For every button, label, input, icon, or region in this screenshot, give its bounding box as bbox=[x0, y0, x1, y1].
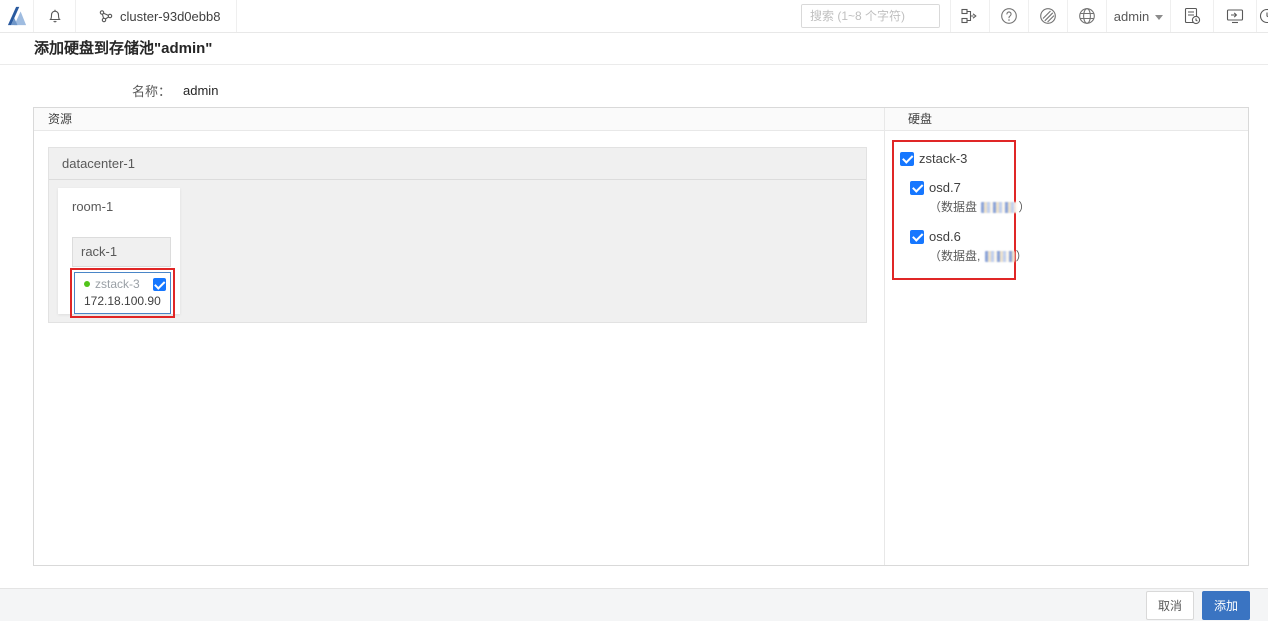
disk-list-panel: zstack-3 osd.7 （数据盘 ） osd.6 bbox=[885, 131, 1248, 565]
topology-icon bbox=[961, 8, 979, 24]
highlight-box-node: zstack-3 172.18.100.90 bbox=[70, 268, 175, 318]
disk-name: osd.6 bbox=[929, 229, 961, 244]
console-icon bbox=[1226, 7, 1244, 25]
clock-icon bbox=[1259, 8, 1268, 24]
rack-label: rack-1 bbox=[72, 237, 171, 267]
host-node-checkbox[interactable] bbox=[153, 278, 166, 291]
global-search bbox=[801, 4, 940, 28]
resource-tree-panel: datacenter-1 room-1 rack-1 zstack-3 bbox=[34, 131, 885, 565]
disk-info: （数据盘, ） bbox=[929, 247, 1014, 264]
settings-button[interactable] bbox=[1028, 0, 1067, 32]
room-container: room-1 rack-1 zstack-3 172.18.100.90 bbox=[58, 188, 180, 314]
chevron-down-icon bbox=[1155, 15, 1163, 20]
topology-button[interactable] bbox=[950, 0, 989, 32]
notifications-button[interactable] bbox=[34, 0, 76, 32]
room-label: room-1 bbox=[58, 188, 180, 214]
name-value: admin bbox=[183, 83, 218, 98]
add-button[interactable]: 添加 bbox=[1202, 591, 1250, 620]
settings-icon bbox=[1039, 7, 1057, 25]
app-logo[interactable] bbox=[0, 0, 34, 32]
disks-header: 硬盘 bbox=[885, 108, 1248, 130]
search-input[interactable] bbox=[802, 5, 940, 27]
host-node-ip: 172.18.100.90 bbox=[84, 294, 166, 308]
top-bar: cluster-93d0ebb8 bbox=[0, 0, 1268, 33]
disk-checkbox[interactable] bbox=[910, 230, 924, 244]
add-disk-to-pool-page: cluster-93d0ebb8 bbox=[0, 0, 1268, 621]
selection-panel: 资源 硬盘 datacenter-1 room-1 rack-1 bbox=[33, 107, 1249, 566]
redacted-disk-size bbox=[985, 251, 1015, 262]
user-menu[interactable]: admin bbox=[1106, 0, 1170, 32]
help-button[interactable] bbox=[989, 0, 1028, 32]
disk-info: （数据盘 ） bbox=[929, 198, 1014, 215]
user-name: admin bbox=[1114, 9, 1149, 24]
cancel-button[interactable]: 取消 bbox=[1146, 591, 1194, 620]
disk-host-checkbox[interactable] bbox=[900, 152, 914, 166]
datacenter-label: datacenter-1 bbox=[49, 148, 866, 180]
page-title: 添加硬盘到存储池"admin" bbox=[0, 33, 1268, 64]
disk-item: osd.7 （数据盘 ） bbox=[910, 180, 1014, 215]
cluster-icon bbox=[99, 9, 113, 23]
disk-item: osd.6 （数据盘, ） bbox=[910, 229, 1014, 264]
title-bar: 添加硬盘到存储池"admin" bbox=[0, 33, 1268, 65]
action-footer: 取消 添加 bbox=[0, 588, 1268, 621]
resources-header: 资源 bbox=[34, 108, 885, 130]
status-online-icon bbox=[84, 281, 90, 287]
cluster-name: cluster-93d0ebb8 bbox=[120, 9, 220, 24]
task-log-icon bbox=[1183, 7, 1201, 25]
host-node-card[interactable]: zstack-3 172.18.100.90 bbox=[74, 272, 171, 314]
history-button[interactable] bbox=[1256, 0, 1268, 32]
disk-host-name: zstack-3 bbox=[919, 151, 967, 166]
help-icon bbox=[1000, 7, 1018, 25]
name-field-row: 名称： admin bbox=[132, 81, 218, 100]
disk-checkbox[interactable] bbox=[910, 181, 924, 195]
task-log-button[interactable] bbox=[1170, 0, 1213, 32]
brand-logo-icon bbox=[6, 6, 28, 26]
panel-header: 资源 硬盘 bbox=[34, 108, 1248, 131]
console-button[interactable] bbox=[1213, 0, 1256, 32]
name-label: 名称： bbox=[132, 81, 171, 100]
datacenter-container: datacenter-1 room-1 rack-1 zstack-3 bbox=[48, 147, 867, 323]
disk-host-row: zstack-3 bbox=[900, 151, 1014, 166]
cluster-selector[interactable]: cluster-93d0ebb8 bbox=[76, 0, 237, 32]
top-bar-right: admin bbox=[801, 0, 1268, 32]
disk-name: osd.7 bbox=[929, 180, 961, 195]
host-node-name: zstack-3 bbox=[95, 277, 153, 291]
language-button[interactable] bbox=[1067, 0, 1106, 32]
globe-icon bbox=[1078, 7, 1096, 25]
redacted-disk-size bbox=[981, 202, 1017, 213]
bell-icon bbox=[47, 8, 63, 24]
highlight-box-disks: zstack-3 osd.7 （数据盘 ） osd.6 bbox=[892, 140, 1016, 280]
